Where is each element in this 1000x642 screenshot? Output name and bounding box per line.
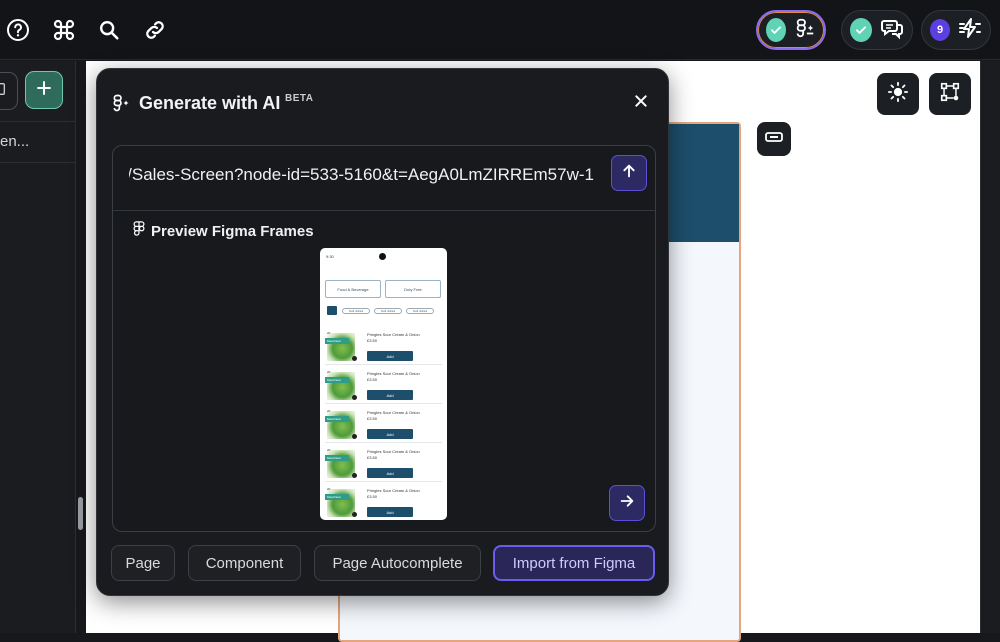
panel-divider: [113, 210, 655, 211]
plus-icon: [35, 79, 53, 102]
preview-product-card: 20 Meal Deal Pringles Sour Cream & Onion…: [325, 408, 442, 443]
info-icon: [352, 512, 357, 517]
figma-url-input[interactable]: [129, 163, 594, 187]
arrow-up-icon: [621, 163, 637, 184]
figma-ai-icon: [111, 93, 131, 118]
top-toolbar: 9: [0, 0, 1000, 60]
figma-logo-icon: [133, 221, 145, 241]
check-icon: [766, 18, 786, 42]
comments-pill[interactable]: [841, 10, 913, 50]
chat-icon: [880, 16, 904, 45]
dialog-title: Generate with AI: [139, 93, 281, 113]
figma-frame-preview[interactable]: 9:30 Food & Beverage Duty Free Soft drin…: [320, 248, 447, 520]
product-count: 20: [327, 331, 331, 335]
sidebar-scrollbar[interactable]: [78, 497, 83, 530]
info-icon: [352, 473, 357, 478]
product-name: Pringles Sour Cream & Onion: [367, 332, 420, 337]
product-count: 20: [327, 409, 331, 413]
add-button: Add: [367, 351, 413, 361]
product-count: 20: [327, 370, 331, 374]
preview-header: Preview Figma Frames: [133, 221, 314, 241]
frame-toggle-button[interactable]: [757, 122, 791, 156]
product-price: £3.50: [367, 377, 378, 382]
preview-chip: Soft drinks: [406, 308, 434, 314]
vector-path-icon: [939, 81, 961, 108]
notification-count: 9: [930, 19, 950, 41]
preview-tab: Food & Beverage: [325, 280, 381, 298]
preview-chip: Soft drinks: [342, 308, 370, 314]
frame-icon: [0, 81, 7, 102]
deal-badge: Meal Deal: [325, 494, 349, 500]
product-name: Pringles Sour Cream & Onion: [367, 488, 420, 493]
add-button: Add: [367, 429, 413, 439]
mode-page-button[interactable]: Page: [111, 545, 175, 581]
mode-import-figma-button[interactable]: Import from Figma: [493, 545, 655, 581]
product-price: £3.50: [367, 416, 378, 421]
import-panel: Preview Figma Frames 9:30 Food & Beverag…: [112, 145, 656, 532]
sidebar-divider: [0, 121, 76, 122]
preview-product-card: 20 Meal Deal Pringles Sour Cream & Onion…: [325, 369, 442, 404]
ai-status-pill[interactable]: [756, 10, 826, 50]
command-icon[interactable]: [48, 14, 80, 46]
search-icon[interactable]: [93, 14, 125, 46]
notifications-pill[interactable]: 9: [921, 10, 991, 50]
preview-product-card: 20 Meal Deal Pringles Sour Cream & Onion…: [325, 447, 442, 482]
add-button: Add: [367, 390, 413, 400]
product-count: 20: [327, 448, 331, 452]
product-price: £3.50: [367, 494, 378, 499]
add-button: Add: [367, 468, 413, 478]
theme-toggle-button[interactable]: [877, 73, 919, 115]
right-panel-edge: [980, 61, 1000, 633]
product-price: £3.50: [367, 455, 378, 460]
figma-ai-icon: [794, 17, 816, 44]
help-icon[interactable]: [2, 14, 34, 46]
info-icon: [352, 434, 357, 439]
close-icon: [633, 93, 649, 114]
preview-status-time: 9:30: [326, 254, 334, 259]
toggle-icon: [765, 130, 783, 148]
vector-edit-button[interactable]: [929, 73, 971, 115]
info-icon: [352, 356, 357, 361]
submit-url-button[interactable]: [611, 155, 647, 191]
preview-label: Preview Figma Frames: [151, 222, 314, 240]
beta-badge: BETA: [285, 93, 314, 104]
deal-badge: Meal Deal: [325, 455, 349, 461]
camera-notch: [379, 253, 386, 260]
next-frame-button[interactable]: [609, 485, 645, 521]
generate-ai-dialog: Generate with AI BETA Preview Figma Fram…: [96, 68, 669, 596]
arrow-right-icon: [619, 493, 635, 514]
sidebar-item-label[interactable]: en...: [0, 133, 29, 150]
product-name: Pringles Sour Cream & Onion: [367, 410, 420, 415]
left-sidebar: en...: [0, 61, 76, 633]
product-name: Pringles Sour Cream & Onion: [367, 371, 420, 376]
sidebar-divider: [0, 162, 76, 163]
check-icon: [850, 18, 872, 42]
product-count: 20: [327, 487, 331, 491]
preview-search-icon: [327, 306, 337, 315]
close-button[interactable]: [629, 91, 653, 115]
info-icon: [352, 395, 357, 400]
preview-product-card: 20 Meal Deal Pringles Sour Cream & Onion…: [325, 486, 442, 520]
link-icon[interactable]: [139, 14, 171, 46]
sun-icon: [887, 81, 909, 108]
mode-component-button[interactable]: Component: [188, 545, 301, 581]
preview-chip: Soft drinks: [374, 308, 402, 314]
deal-badge: Meal Deal: [325, 338, 349, 344]
layout-button[interactable]: [0, 72, 18, 110]
deal-badge: Meal Deal: [325, 416, 349, 422]
preview-tab: Duty Free: [385, 280, 441, 298]
preview-product-card: 20 Meal Deal Pringles Sour Cream & Onion…: [325, 330, 442, 365]
product-name: Pringles Sour Cream & Onion: [367, 449, 420, 454]
add-page-button[interactable]: [25, 71, 63, 109]
product-price: £3.50: [367, 338, 378, 343]
deal-badge: Meal Deal: [325, 377, 349, 383]
mode-page-autocomplete-button[interactable]: Page Autocomplete: [314, 545, 481, 581]
add-button: Add: [367, 507, 413, 517]
bolt-icon: [958, 16, 982, 45]
